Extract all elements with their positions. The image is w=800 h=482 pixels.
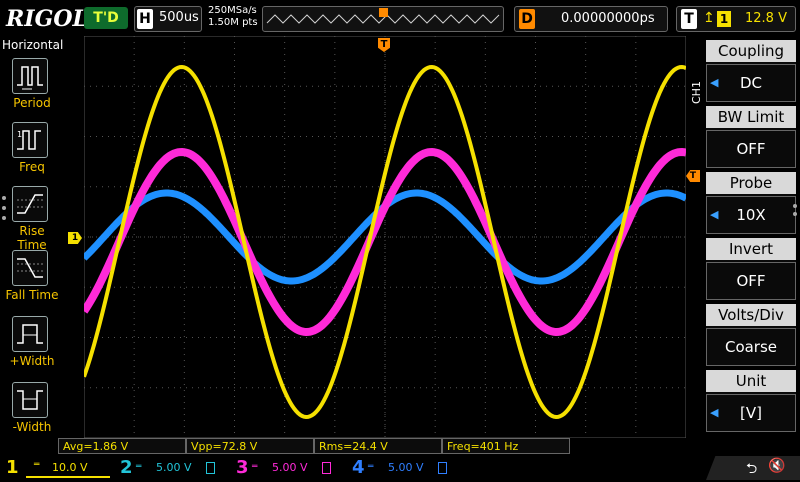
softkey-bw-limit-value: OFF (706, 130, 796, 168)
menu-rise-time-label: Rise Time (17, 224, 47, 252)
softkey-unit[interactable]: Unit [V] ◀ (706, 370, 796, 432)
system-status-area: ⮌ 🔇 (706, 456, 800, 480)
ch1-number: 1 (6, 457, 19, 478)
dc-coupling-icon: ═ (368, 462, 374, 472)
select-arrow-icon: ◀ (710, 208, 719, 221)
ch1-ground-marker[interactable]: 1 (68, 232, 82, 244)
select-arrow-icon: ◀ (710, 406, 719, 419)
softkey-coupling-title: Coupling (706, 40, 796, 62)
ch1-scale: 10.0 V (52, 461, 88, 474)
menu-freq[interactable]: 1 Freq (4, 122, 58, 186)
memory-waveform-preview (266, 8, 500, 24)
fall-time-icon (12, 250, 48, 286)
mute-icon: 🔇 (768, 458, 786, 474)
positive-width-icon (12, 316, 48, 352)
freq-icon: 1 (12, 122, 48, 158)
timebase-key: H (137, 9, 153, 29)
menu-fall-time[interactable]: Fall Time (4, 250, 59, 314)
softkey-invert-value: OFF (706, 262, 796, 300)
brand-logo: RIGOL (6, 6, 88, 32)
ch3-scale: 5.00 V (272, 461, 308, 474)
delay-value: 0.00000000ps (561, 11, 655, 26)
dc-coupling-icon: ═ (136, 462, 142, 472)
softkey-volts-div-value: Coarse (706, 328, 796, 366)
menu-negative-width-label: -Width (12, 420, 52, 434)
trigger-position-marker (379, 8, 388, 17)
bandwidth-icon (206, 462, 215, 474)
delay-key: D (519, 9, 535, 29)
timebase-value: 500us (159, 10, 199, 25)
menu-rise-time[interactable]: Rise Time (4, 186, 58, 252)
bandwidth-icon (438, 462, 447, 474)
acquisition-info: 250MSa/s 1.50M pts (208, 5, 258, 29)
ch2-number: 2 (120, 457, 133, 478)
waveform-display[interactable] (84, 36, 686, 438)
menu-negative-width[interactable]: -Width (4, 382, 58, 446)
trigger-source: 1 (717, 11, 731, 27)
negative-width-icon (12, 382, 48, 418)
softkey-coupling-value: DC (706, 64, 796, 102)
trigger-key: T (681, 9, 697, 29)
memory-position-bar[interactable] (262, 6, 504, 32)
ch4-number: 4 (352, 457, 365, 478)
measure-rms[interactable]: Rms=24.4 V (314, 438, 442, 454)
trigger-level-marker[interactable]: T (686, 170, 700, 182)
ch4-scale: 5.00 V (388, 461, 424, 474)
right-scroll-indicator (793, 204, 798, 220)
softkey-unit-value: [V] (706, 394, 796, 432)
channel-tag: CH1 (690, 81, 703, 104)
menu-positive-width[interactable]: +Width (4, 316, 58, 380)
softkey-invert-title: Invert (706, 238, 796, 260)
channel-2-box[interactable]: 2 ═ 5.00 V (116, 458, 228, 478)
softkey-probe-title: Probe (706, 172, 796, 194)
dc-coupling-icon: ═ (252, 462, 258, 472)
channel-1-box[interactable]: 1 ═ 10.0 V (0, 458, 112, 478)
measure-vpp[interactable]: Vpp=72.8 V (186, 438, 314, 454)
softkey-probe-value: 10X (706, 196, 796, 234)
menu-freq-label: Freq (19, 160, 45, 174)
timebase-box[interactable]: H 500us (134, 6, 202, 32)
menu-fall-time-label: Fall Time (5, 288, 59, 302)
bandwidth-icon (322, 462, 331, 474)
rise-time-icon (12, 186, 48, 222)
channel-3-box[interactable]: 3 ═ 5.00 V (232, 458, 344, 478)
left-scroll-indicator (2, 196, 6, 222)
trigger-level: 12.8 V (745, 11, 787, 26)
period-icon (12, 58, 48, 94)
menu-positive-width-label: +Width (9, 354, 55, 368)
softkey-volts-div-title: Volts/Div (706, 304, 796, 326)
softkey-bw-limit-title: BW Limit (706, 106, 796, 128)
softkey-volts-div[interactable]: Volts/Div Coarse (706, 304, 796, 366)
left-menu-title: Horizontal (2, 38, 64, 52)
ch3-number: 3 (236, 457, 249, 478)
menu-period-label: Period (13, 96, 51, 110)
softkey-coupling[interactable]: Coupling DC ◀ (706, 40, 796, 102)
rising-edge-icon: ↥ (703, 10, 715, 26)
channel-4-box[interactable]: 4 ═ 5.00 V (348, 458, 460, 478)
dc-coupling-icon: ═ (34, 460, 40, 470)
run-status-badge[interactable]: T'D (84, 7, 128, 29)
menu-period[interactable]: Period (4, 58, 58, 122)
softkey-invert[interactable]: Invert OFF (706, 238, 796, 300)
select-arrow-icon: ◀ (710, 76, 719, 89)
measure-avg[interactable]: Avg=1.86 V (58, 438, 186, 454)
softkey-bw-limit[interactable]: BW Limit OFF (706, 106, 796, 168)
sample-rate: 250MSa/s (208, 5, 257, 16)
softkey-probe[interactable]: Probe 10X ◀ (706, 172, 796, 234)
delay-box[interactable]: D 0.00000000ps (514, 6, 668, 32)
softkey-unit-title: Unit (706, 370, 796, 392)
ch2-scale: 5.00 V (156, 461, 192, 474)
measure-freq[interactable]: Freq=401 Hz (442, 438, 570, 454)
memory-depth: 1.50M pts (208, 17, 258, 28)
usb-icon: ⮌ (746, 461, 758, 477)
trigger-box[interactable]: T ↥ 1 12.8 V (676, 6, 796, 32)
svg-text:1: 1 (17, 130, 22, 139)
